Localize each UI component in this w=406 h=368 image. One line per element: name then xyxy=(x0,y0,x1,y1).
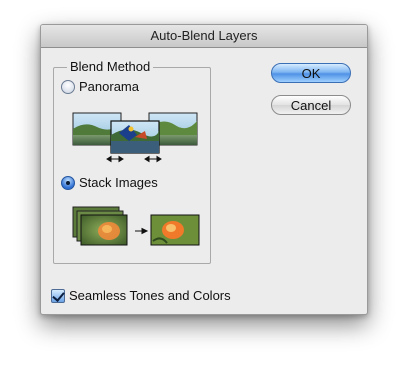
seamless-tones-checkbox[interactable] xyxy=(51,288,65,303)
stack-front-frame xyxy=(80,214,128,246)
panorama-radio-button[interactable] xyxy=(61,79,75,94)
stacked-flower-thumbnails-icon xyxy=(72,206,200,246)
dialog-title-bar: Auto-Blend Layers xyxy=(41,25,367,48)
panorama-label: Panorama xyxy=(79,79,139,94)
panorama-radio-option[interactable]: Panorama xyxy=(61,79,139,94)
stack-images-radio-option[interactable]: Stack Images xyxy=(61,175,158,190)
stack-images-radio-button[interactable] xyxy=(61,175,75,190)
stack-result-frame xyxy=(150,214,200,246)
cancel-button[interactable]: Cancel xyxy=(271,95,351,115)
panorama-thumbnails-icon xyxy=(72,112,198,163)
panorama-center-frame xyxy=(110,120,160,154)
seamless-tones-label: Seamless Tones and Colors xyxy=(69,288,231,303)
blend-method-legend: Blend Method xyxy=(67,59,154,74)
dialog-title: Auto-Blend Layers xyxy=(150,28,258,43)
seamless-tones-option[interactable]: Seamless Tones and Colors xyxy=(51,288,231,303)
auto-blend-dialog: Auto-Blend Layers Blend Method Panorama xyxy=(40,24,368,315)
right-arrow-icon xyxy=(135,227,149,235)
ok-button[interactable]: OK xyxy=(271,63,351,83)
double-headed-arrow-icon xyxy=(106,155,162,163)
stack-images-label: Stack Images xyxy=(79,175,158,190)
